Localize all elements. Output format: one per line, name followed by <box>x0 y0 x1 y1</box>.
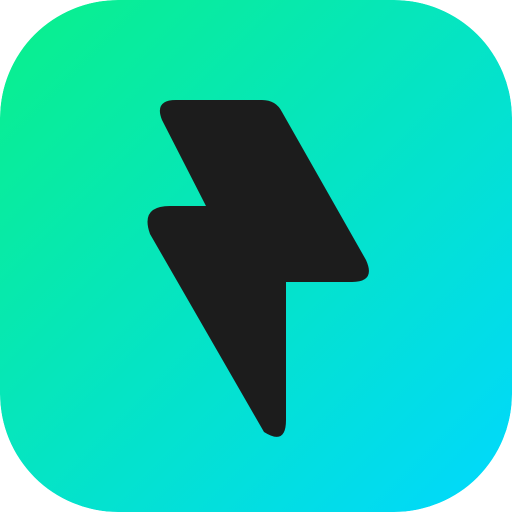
app-icon-graphic <box>0 0 512 512</box>
app-icon[interactable] <box>0 0 512 512</box>
